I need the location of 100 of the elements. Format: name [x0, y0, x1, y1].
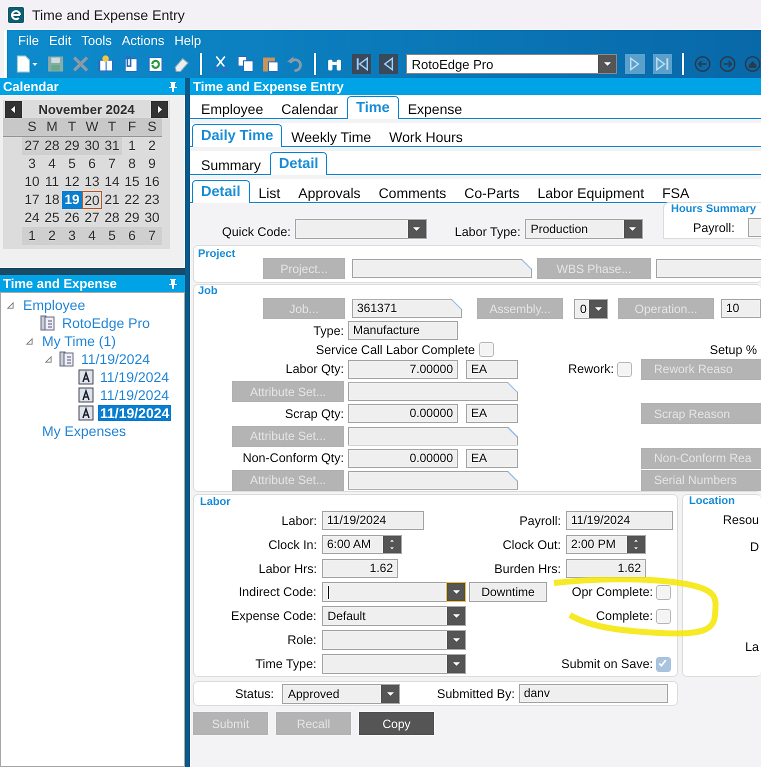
checkbox[interactable]: [656, 584, 671, 600]
menu-item[interactable]: File: [18, 33, 39, 51]
calendar-day[interactable]: 28: [42, 137, 62, 155]
unit-field[interactable]: EA: [466, 448, 518, 468]
tab[interactable]: Daily Time: [192, 124, 282, 147]
calendar-day[interactable]: 26: [62, 209, 82, 227]
calendar-day[interactable]: 19: [62, 191, 82, 209]
calendar-day[interactable]: 7: [102, 155, 122, 173]
calendar-day[interactable]: 18: [42, 191, 62, 209]
expander-icon[interactable]: [45, 356, 52, 362]
next-record-icon[interactable]: [625, 54, 645, 74]
project-field[interactable]: [352, 259, 532, 278]
tab[interactable]: Work Hours: [380, 126, 472, 147]
tree-item[interactable]: My Time (1): [40, 333, 118, 349]
operation-field[interactable]: 10: [721, 299, 761, 318]
quick-code-combo[interactable]: [294, 219, 427, 239]
calendar-day[interactable]: 15: [122, 173, 142, 191]
checkbox[interactable]: [479, 342, 494, 358]
job-field[interactable]: 361371: [352, 299, 462, 318]
attribute-set-field[interactable]: [348, 426, 518, 446]
hours-field[interactable]: 1.62: [566, 559, 646, 578]
calendar-day[interactable]: 7: [142, 227, 162, 245]
wbs-phase-field[interactable]: [656, 259, 761, 278]
copy-icon[interactable]: [236, 55, 254, 73]
calendar-day[interactable]: 5: [62, 155, 82, 173]
calendar-day[interactable]: 30: [82, 137, 102, 155]
first-record-icon[interactable]: [352, 54, 371, 74]
calendar-day[interactable]: 29: [62, 137, 82, 155]
dropdown-combo[interactable]: Default: [322, 606, 466, 626]
downtime-button[interactable]: Downtime: [469, 582, 547, 602]
calendar-day[interactable]: 1: [122, 137, 142, 155]
calendar-day[interactable]: 4: [42, 155, 62, 173]
book-icon[interactable]: [97, 55, 114, 73]
time-spinner[interactable]: 2:00 PM: [566, 535, 646, 554]
calendar-day[interactable]: 30: [142, 209, 162, 227]
calendar-day[interactable]: 27: [82, 209, 102, 227]
tab[interactable]: Detail: [192, 180, 250, 203]
calendar-day[interactable]: 6: [82, 155, 102, 173]
calendar-day[interactable]: 3: [62, 227, 82, 245]
tree-item[interactable]: 11/19/2024: [98, 369, 172, 385]
tab[interactable]: Employee: [192, 98, 272, 119]
tab[interactable]: Expense: [398, 98, 472, 119]
next-month-icon[interactable]: [151, 100, 168, 118]
home-icon[interactable]: [744, 55, 761, 73]
calendar-day[interactable]: 16: [142, 173, 162, 191]
calendar-day[interactable]: 4: [82, 227, 102, 245]
attribute-set-field[interactable]: [348, 470, 518, 490]
expander-icon[interactable]: [7, 302, 14, 308]
quantity-field[interactable]: 0.00000: [348, 448, 458, 468]
calendar-day[interactable]: 28: [102, 209, 122, 227]
date-field[interactable]: 11/19/2024: [322, 511, 424, 530]
calendar-day[interactable]: 6: [122, 227, 142, 245]
calendar-day[interactable]: 24: [22, 209, 42, 227]
menu-item[interactable]: Actions: [122, 33, 164, 51]
tree-item[interactable]: 11/19/2024: [98, 387, 172, 403]
tab[interactable]: Approvals: [289, 182, 370, 203]
calendar-day[interactable]: 9: [142, 155, 162, 173]
attribute-set-field[interactable]: [348, 382, 518, 402]
tree-item[interactable]: RotoEdge Pro: [60, 315, 152, 331]
paste-icon[interactable]: [262, 55, 280, 73]
menu-item[interactable]: Tools: [81, 33, 112, 51]
quantity-field[interactable]: 0.00000: [348, 404, 458, 424]
forward-icon[interactable]: [718, 55, 736, 73]
calendar-day[interactable]: 27: [22, 137, 42, 155]
calendar-day[interactable]: 1: [22, 227, 42, 245]
labor-type-combo[interactable]: Production: [524, 219, 643, 239]
calendar-day[interactable]: 21: [102, 191, 122, 209]
back-icon[interactable]: [694, 55, 711, 73]
calendar-day[interactable]: 5: [102, 227, 122, 245]
eraser-icon[interactable]: [172, 55, 190, 73]
tree-item[interactable]: My Expenses: [40, 423, 128, 439]
calendar-day[interactable]: 2: [42, 227, 62, 245]
tab[interactable]: FSA: [653, 182, 698, 203]
menu-item[interactable]: Edit: [48, 33, 72, 51]
calendar-day[interactable]: 3: [22, 155, 42, 173]
calendar-day[interactable]: 25: [42, 209, 62, 227]
calendar-day[interactable]: 29: [122, 209, 142, 227]
tab[interactable]: List: [250, 182, 290, 203]
pin-icon[interactable]: [169, 82, 177, 92]
dropdown-combo[interactable]: [322, 630, 466, 650]
hours-field[interactable]: 1.62: [322, 559, 398, 578]
tab[interactable]: Summary: [192, 154, 270, 175]
dropdown-combo[interactable]: [322, 582, 466, 602]
previous-month-icon[interactable]: [5, 100, 22, 118]
calendar-day[interactable]: 14: [102, 173, 122, 191]
quantity-field[interactable]: 7.00000: [348, 360, 458, 379]
calendar-day[interactable]: 11: [42, 173, 62, 191]
calendar-day[interactable]: 31: [102, 137, 122, 155]
tree-item[interactable]: 11/19/2024: [98, 405, 172, 421]
unit-field[interactable]: EA: [466, 404, 518, 424]
date-field[interactable]: 11/19/2024: [566, 511, 673, 530]
menu-item[interactable]: Help: [174, 33, 202, 51]
unit-field[interactable]: EA: [466, 360, 518, 379]
calendar-day[interactable]: 17: [22, 191, 42, 209]
tab[interactable]: Weekly Time: [282, 126, 380, 147]
tab[interactable]: Labor Equipment: [528, 182, 654, 203]
cut-icon[interactable]: [212, 55, 229, 73]
expander-icon[interactable]: [26, 338, 33, 344]
assembly-combo[interactable]: 0: [574, 298, 608, 319]
calendar-day[interactable]: 23: [142, 191, 162, 209]
